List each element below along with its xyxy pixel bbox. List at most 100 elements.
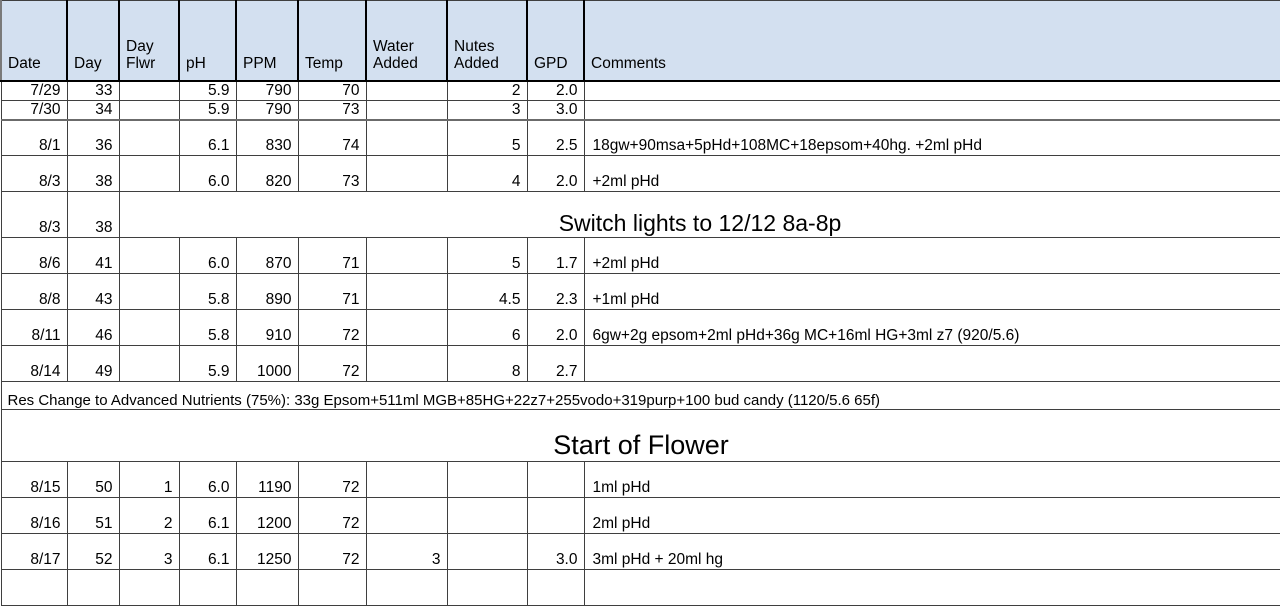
cell-ph[interactable]: 6.1 (178, 118, 237, 156)
cell-ppm[interactable]: 790 (235, 80, 299, 101)
note-res-change[interactable]: Res Change to Advanced Nutrients (75%): … (0, 381, 1280, 410)
cell-water[interactable] (365, 155, 448, 192)
column-header-gpd[interactable]: GPD (526, 0, 585, 82)
table-row[interactable]: 8/11 46 5.8 910 72 6 2.0 6gw+2g epsom+2ml pHd+3… (0, 309, 1280, 346)
table-row[interactable]: 8/17 52 3 6.1 1250 72 3 3.0 3ml pHd + 20ml hg (0, 533, 1280, 570)
column-header-ph[interactable]: pH (178, 0, 237, 82)
cell-day[interactable]: 52 (66, 533, 120, 570)
cell-gpd[interactable]: 2.0 (526, 155, 585, 192)
cell-dayflwr[interactable] (118, 155, 180, 192)
table-row[interactable]: 8/14 49 5.9 1000 72 8 2.7 (0, 345, 1280, 382)
cell-water[interactable] (365, 569, 448, 606)
cell-date[interactable]: 8/16 (0, 497, 68, 534)
cell-water[interactable] (365, 497, 448, 534)
cell-nutes[interactable]: 6 (446, 309, 528, 346)
cell-dayflwr[interactable] (118, 309, 180, 346)
cell-temp[interactable]: 72 (297, 497, 367, 534)
cell-water[interactable] (365, 99, 448, 120)
cell-day[interactable]: 38 (66, 155, 120, 192)
cell-day[interactable]: 50 (66, 461, 120, 498)
column-header-date[interactable]: Date (0, 0, 68, 82)
cell-dayflwr[interactable]: 3 (118, 533, 180, 570)
cell-nutes[interactable]: 4 (446, 155, 528, 192)
cell-gpd[interactable] (526, 461, 585, 498)
column-header-day-flwr[interactable]: Day Flwr (118, 0, 180, 82)
cell-gpd[interactable] (526, 569, 585, 606)
banner-start-of-flower[interactable]: Start of Flower (0, 409, 1280, 462)
cell-gpd[interactable]: 3.0 (526, 533, 585, 570)
cell-date[interactable]: 8/6 (0, 237, 68, 274)
cell-dayflwr[interactable] (118, 273, 180, 310)
cell-day[interactable]: 41 (66, 237, 120, 274)
cell-nutes[interactable]: 5 (446, 237, 528, 274)
cell-dayflwr[interactable] (118, 345, 180, 382)
cell-gpd[interactable]: 1.7 (526, 237, 585, 274)
cell-day[interactable]: 36 (66, 118, 120, 156)
cell-day[interactable]: 33 (66, 80, 120, 101)
table-row[interactable] (0, 569, 1280, 606)
cell-dayflwr[interactable] (118, 80, 180, 101)
cell-date[interactable]: 7/29 (0, 80, 68, 101)
cell-day[interactable]: 38 (66, 191, 120, 238)
column-header-ppm[interactable]: PPM (235, 0, 299, 82)
cell-dayflwr[interactable]: 2 (118, 497, 180, 534)
cell-nutes[interactable]: 4.5 (446, 273, 528, 310)
cell-dayflwr[interactable] (118, 118, 180, 156)
cell-ppm[interactable]: 870 (235, 237, 299, 274)
cell-ph[interactable]: 6.0 (178, 155, 237, 192)
cell-gpd[interactable]: 3.0 (526, 99, 585, 120)
cell-nutes[interactable]: 8 (446, 345, 528, 382)
cell-date[interactable]: 7/30 (0, 99, 68, 120)
cell-gpd[interactable]: 2.0 (526, 80, 585, 101)
cell-nutes[interactable]: 2 (446, 80, 528, 101)
cell-temp[interactable]: 70 (297, 80, 367, 101)
cell-nutes[interactable]: 5 (446, 118, 528, 156)
cell-gpd[interactable]: 2.5 (526, 118, 585, 156)
cell-water[interactable] (365, 273, 448, 310)
cell-ph[interactable]: 5.8 (178, 309, 237, 346)
cell-temp[interactable]: 72 (297, 461, 367, 498)
cell-date[interactable]: 8/17 (0, 533, 68, 570)
table-row[interactable]: 8/16 51 2 6.1 1200 72 2ml pHd (0, 497, 1280, 534)
cell-ph[interactable]: 5.8 (178, 273, 237, 310)
cell-temp[interactable]: 72 (297, 533, 367, 570)
cell-ph[interactable]: 5.9 (178, 345, 237, 382)
cell-date[interactable]: 8/1 (0, 118, 68, 156)
cell-dayflwr[interactable] (118, 569, 180, 606)
cell-ph[interactable]: 6.1 (178, 497, 237, 534)
cell-date[interactable]: 8/11 (0, 309, 68, 346)
table-row[interactable]: 8/3 38 6.0 820 73 4 2.0 +2ml pHd (0, 155, 1280, 192)
cell-day[interactable]: 51 (66, 497, 120, 534)
cell-ph[interactable]: 5.9 (178, 99, 237, 120)
cell-gpd[interactable]: 2.3 (526, 273, 585, 310)
cell-comments[interactable] (583, 80, 1280, 101)
cell-comments[interactable] (583, 345, 1280, 382)
cell-dayflwr[interactable] (118, 99, 180, 120)
cell-comments[interactable]: 6gw+2g epsom+2ml pHd+36g MC+16ml HG+3ml … (583, 309, 1280, 346)
cell-comments[interactable]: 2ml pHd (583, 497, 1280, 534)
cell-gpd[interactable] (526, 497, 585, 534)
cell-comments[interactable]: 1ml pHd (583, 461, 1280, 498)
column-header-temp[interactable]: Temp (297, 0, 367, 82)
cell-temp[interactable]: 73 (297, 155, 367, 192)
cell-nutes[interactable]: 3 (446, 99, 528, 120)
cell-temp[interactable]: 72 (297, 309, 367, 346)
cell-comments[interactable] (583, 99, 1280, 120)
cell-ppm[interactable]: 1000 (235, 345, 299, 382)
cell-day[interactable]: 49 (66, 345, 120, 382)
cell-water[interactable] (365, 461, 448, 498)
cell-nutes[interactable] (446, 533, 528, 570)
cell-ppm[interactable]: 890 (235, 273, 299, 310)
cell-water[interactable] (365, 309, 448, 346)
cell-temp[interactable]: 72 (297, 345, 367, 382)
cell-comments[interactable]: +2ml pHd (583, 237, 1280, 274)
cell-day[interactable] (66, 569, 120, 606)
cell-date[interactable] (0, 569, 68, 606)
cell-temp[interactable]: 74 (297, 118, 367, 156)
table-row[interactable]: 8/15 50 1 6.0 1190 72 1ml pHd (0, 461, 1280, 498)
table-row[interactable]: 8/1 36 6.1 830 74 5 2.5 18gw+90msa+5pHd+108MC+1… (0, 118, 1280, 156)
cell-ppm[interactable]: 1250 (235, 533, 299, 570)
cell-water[interactable] (365, 237, 448, 274)
cell-water[interactable] (365, 80, 448, 101)
cell-ph[interactable]: 6.1 (178, 533, 237, 570)
